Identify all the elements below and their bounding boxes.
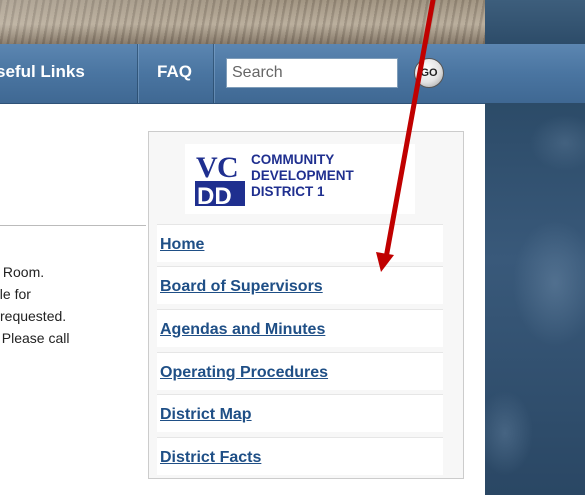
body-text-line: . Please call: [0, 330, 70, 346]
sidebar-link-agendas-and-minutes[interactable]: Agendas and Minutes: [160, 321, 325, 339]
search-go-button[interactable]: GO: [414, 58, 444, 88]
sidebar-link-home[interactable]: Home: [160, 236, 204, 254]
sidebar-link-board-of-supervisors[interactable]: Board of Supervisors: [160, 278, 323, 296]
sidebar-link-district-map[interactable]: District Map: [160, 406, 252, 424]
logo-line: DISTRICT 1: [251, 184, 325, 199]
banner-photo: [0, 0, 485, 44]
sidebar-menu: V C DD COMMUNITY DEVELOPMENT DISTRICT 1 …: [148, 131, 464, 479]
district-logo: V C DD COMMUNITY DEVELOPMENT DISTRICT 1: [185, 144, 415, 214]
svg-text:C: C: [217, 151, 239, 184]
vcdd-logo-mark: V C DD: [193, 150, 247, 208]
sidebar-item-operating-procedures[interactable]: Operating Procedures: [157, 352, 443, 390]
svg-text:V: V: [196, 151, 218, 184]
sidebar-item-district-map[interactable]: District Map: [157, 394, 443, 432]
nav-faq[interactable]: FAQ: [157, 62, 192, 82]
sidebar-item-district-facts[interactable]: District Facts: [157, 437, 443, 475]
content-divider: [0, 225, 146, 226]
header-banner: [0, 0, 585, 44]
search-input[interactable]: [226, 58, 398, 88]
body-text-line: s Room.: [0, 264, 45, 280]
logo-line: COMMUNITY: [251, 152, 335, 167]
logo-line: DEVELOPMENT: [251, 168, 354, 183]
svg-text:DD: DD: [197, 183, 232, 208]
body-text-line: ble for: [0, 286, 31, 302]
sidebar-link-district-facts[interactable]: District Facts: [160, 449, 261, 467]
nav-divider: [213, 44, 214, 103]
sidebar-item-agendas-and-minutes[interactable]: Agendas and Minutes: [157, 309, 443, 347]
right-decorative-panel: [485, 103, 585, 495]
nav-divider: [137, 44, 138, 103]
sidebar-item-home[interactable]: Home: [157, 224, 443, 262]
banner-right-panel: [485, 0, 585, 44]
body-text: s Room. ble for D requested. . Please ca…: [0, 261, 146, 349]
sidebar-link-operating-procedures[interactable]: Operating Procedures: [160, 364, 328, 382]
logo-text: COMMUNITY DEVELOPMENT DISTRICT 1: [251, 152, 354, 200]
page: seful Links FAQ GO s Room. ble for D req…: [0, 0, 585, 495]
nav-useful-links[interactable]: seful Links: [0, 62, 85, 82]
body-text-line: D requested.: [0, 308, 67, 324]
sidebar-item-board-of-supervisors[interactable]: Board of Supervisors: [157, 266, 443, 304]
